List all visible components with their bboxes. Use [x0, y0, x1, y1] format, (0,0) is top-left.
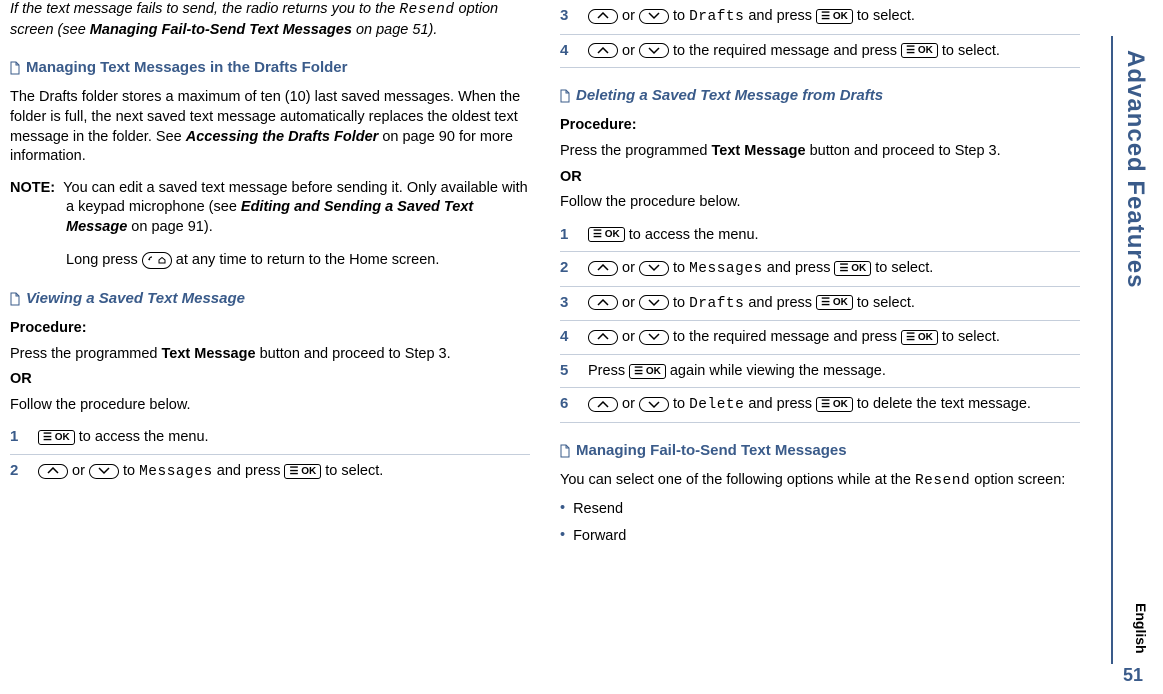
ok-key-icon: ☰ OK	[816, 295, 853, 310]
ok-key-icon: ☰ OK	[38, 430, 75, 445]
note-block: NOTE: You can edit a saved text message …	[10, 179, 530, 271]
ok-key-icon: ☰ OK	[901, 330, 938, 345]
page-number: 51	[1123, 665, 1143, 686]
down-key-icon	[89, 464, 119, 479]
section-managing-drafts: Managing Text Messages in the Drafts Fol…	[10, 58, 530, 78]
down-key-icon	[639, 397, 669, 412]
procedure-line1: Press the programmed Text Message button…	[560, 142, 1080, 162]
side-divider	[1111, 36, 1113, 664]
step-1: 1 ☰ OK to access the menu.	[10, 421, 530, 455]
b-step-4: 4 or to the required message and press ☰…	[560, 321, 1080, 355]
section-viewing-saved: Viewing a Saved Text Message	[10, 289, 530, 309]
ok-key-icon: ☰ OK	[629, 364, 666, 379]
up-key-icon	[588, 261, 618, 276]
ok-key-icon: ☰ OK	[816, 397, 853, 412]
step-3: 3 or to Drafts and press ☰ OK to select.	[560, 0, 1080, 35]
b-step-3: 3 or to Drafts and press ☰ OK to select.	[560, 287, 1080, 322]
file-icon	[10, 61, 20, 75]
procedure-line2: Follow the procedure below.	[560, 193, 1080, 213]
bullet-icon: •	[560, 500, 565, 520]
up-key-icon	[588, 9, 618, 24]
home-key-icon	[142, 252, 172, 269]
or-label: OR	[560, 168, 1080, 188]
down-key-icon	[639, 43, 669, 58]
drafts-description: The Drafts folder stores a maximum of te…	[10, 88, 530, 166]
down-key-icon	[639, 261, 669, 276]
procedure-label: Procedure:	[10, 319, 530, 339]
down-key-icon	[639, 330, 669, 345]
right-column: 3 or to Drafts and press ☰ OK to select.…	[560, 0, 1080, 555]
section-fail-to-send: Managing Fail-to-Send Text Messages	[560, 441, 1080, 461]
options-list: • Resend • Forward	[560, 500, 1080, 547]
step-2: 2 or to Messages and press ☰ OK to selec…	[10, 455, 530, 489]
b-step-2: 2 or to Messages and press ☰ OK to selec…	[560, 252, 1080, 287]
procedure-label: Procedure:	[560, 116, 1080, 136]
english-label: English	[1133, 603, 1149, 654]
ok-key-icon: ☰ OK	[588, 227, 625, 242]
b-step-6: 6 or to Delete and press ☰ OK to delete …	[560, 388, 1080, 423]
list-item: • Forward	[560, 527, 1080, 547]
file-icon	[560, 444, 570, 458]
fail-options-intro: You can select one of the following opti…	[560, 471, 1080, 492]
ok-key-icon: ☰ OK	[816, 9, 853, 24]
note-label: NOTE:	[10, 180, 55, 196]
section-deleting-saved: Deleting a Saved Text Message from Draft…	[560, 86, 1080, 106]
step-4: 4 or to the required message and press ☰…	[560, 35, 1080, 69]
ok-key-icon: ☰ OK	[284, 464, 321, 479]
up-key-icon	[588, 330, 618, 345]
up-key-icon	[588, 43, 618, 58]
ok-key-icon: ☰ OK	[834, 261, 871, 276]
or-label: OR	[10, 370, 530, 390]
left-column: If the text message fails to send, the r…	[10, 0, 530, 555]
up-key-icon	[588, 295, 618, 310]
up-key-icon	[588, 397, 618, 412]
down-key-icon	[639, 295, 669, 310]
file-icon	[560, 89, 570, 103]
b-step-5: 5 Press ☰ OK again while viewing the mes…	[560, 355, 1080, 389]
intro-paragraph: If the text message fails to send, the r…	[10, 0, 530, 40]
list-item: • Resend	[560, 500, 1080, 520]
file-icon	[10, 292, 20, 306]
b-step-1: 1 ☰ OK to access the menu.	[560, 219, 1080, 253]
up-key-icon	[38, 464, 68, 479]
side-tab-label: Advanced Features	[1121, 50, 1149, 288]
down-key-icon	[639, 9, 669, 24]
ok-key-icon: ☰ OK	[901, 43, 938, 58]
bullet-icon: •	[560, 527, 565, 547]
procedure-line1: Press the programmed Text Message button…	[10, 345, 530, 365]
procedure-line2: Follow the procedure below.	[10, 396, 530, 416]
